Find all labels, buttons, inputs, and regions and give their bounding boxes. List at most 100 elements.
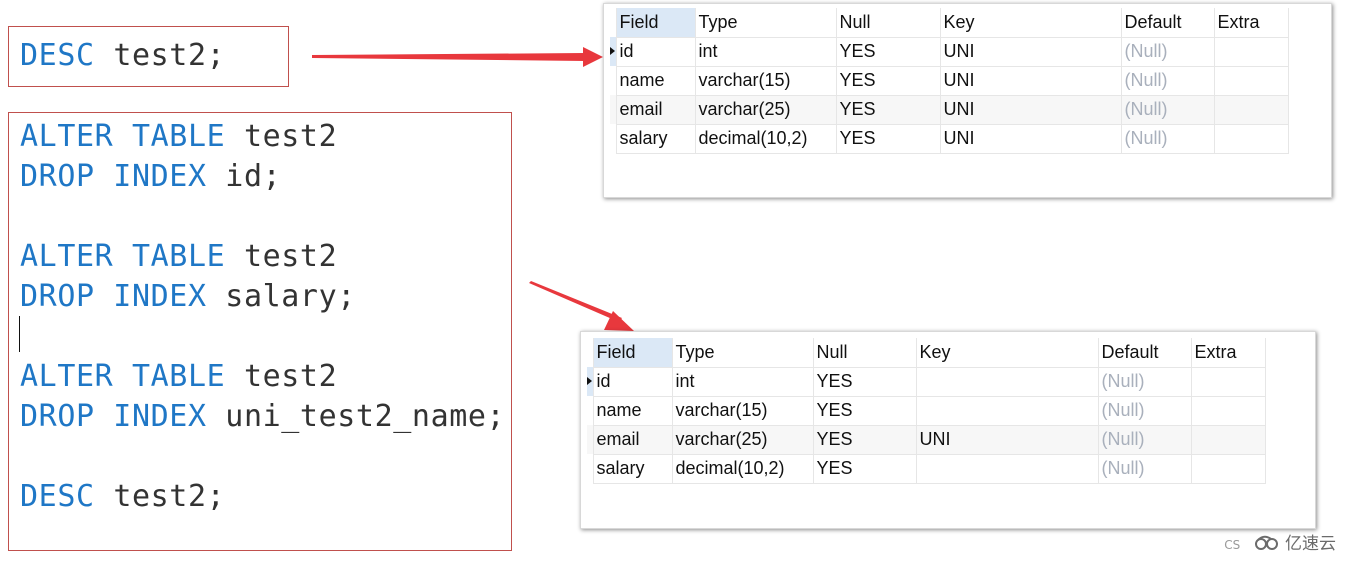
column-header[interactable]: Field: [592, 338, 673, 368]
table-row[interactable]: name varchar(15) YES (Null): [587, 395, 1266, 426]
table-row[interactable]: salary decimal(10,2) YES (Null): [587, 453, 1266, 484]
column-header[interactable]: Key: [915, 338, 1099, 368]
column-header[interactable]: Type: [694, 8, 837, 38]
cell-type[interactable]: varchar(15): [671, 395, 814, 426]
cell-type[interactable]: varchar(25): [694, 94, 837, 125]
arrow-to-before-table: [312, 47, 603, 67]
cell-null[interactable]: YES: [835, 94, 941, 125]
sql-keyword: ALTER TABLE: [20, 239, 226, 274]
cell-extra[interactable]: [1213, 36, 1289, 67]
cell-null[interactable]: YES: [835, 36, 941, 67]
cell-default[interactable]: (Null): [1097, 453, 1192, 484]
cell-default[interactable]: (Null): [1120, 65, 1215, 96]
table-row[interactable]: salary decimal(10,2) YES UNI (Null): [610, 123, 1289, 154]
cell-type[interactable]: varchar(25): [671, 424, 814, 455]
cell-default[interactable]: (Null): [1097, 366, 1192, 397]
cell-null[interactable]: YES: [835, 65, 941, 96]
sql-identifier: test2: [225, 119, 338, 154]
cell-key[interactable]: UNI: [939, 36, 1122, 67]
watermark: CS 亿速云: [1224, 529, 1336, 554]
header-row: Field Type Null Key Default Extra: [610, 8, 1289, 38]
sql-identifier: uni_test2_name;: [206, 399, 506, 434]
table-row[interactable]: email varchar(25) YES UNI (Null): [610, 94, 1289, 125]
result-grid-before: Field Type Null Key Default Extra id int…: [603, 3, 1332, 198]
cell-key[interactable]: UNI: [915, 424, 1099, 455]
table-row[interactable]: id int YES UNI (Null): [610, 36, 1289, 67]
sql-identifier: test2;: [94, 479, 226, 514]
cell-type[interactable]: int: [671, 366, 814, 397]
cell-extra[interactable]: [1213, 65, 1289, 96]
cell-extra[interactable]: [1190, 395, 1266, 426]
sql-keyword: DROP INDEX: [20, 159, 207, 194]
cell-key[interactable]: UNI: [939, 123, 1122, 154]
header-row: Field Type Null Key Default Extra: [587, 338, 1266, 368]
result-table: Field Type Null Key Default Extra id int…: [610, 8, 1289, 154]
cell-type[interactable]: decimal(10,2): [671, 453, 814, 484]
cell-field[interactable]: id: [592, 366, 673, 397]
column-header[interactable]: Type: [671, 338, 814, 368]
sql-keyword: DROP INDEX: [20, 279, 207, 314]
sql-keyword: ALTER TABLE: [20, 359, 226, 394]
row-indicator: [587, 454, 594, 483]
cell-field[interactable]: salary: [615, 123, 696, 154]
column-header[interactable]: Null: [812, 338, 917, 368]
cell-default[interactable]: (Null): [1120, 123, 1215, 154]
cell-field[interactable]: salary: [592, 453, 673, 484]
cell-field[interactable]: email: [615, 94, 696, 125]
cell-key[interactable]: [915, 366, 1099, 397]
code-line: ALTER TABLE test2: [20, 360, 337, 394]
cell-field[interactable]: name: [592, 395, 673, 426]
cell-null[interactable]: YES: [812, 424, 917, 455]
cell-null[interactable]: YES: [812, 366, 917, 397]
cell-default[interactable]: (Null): [1097, 424, 1192, 455]
cell-extra[interactable]: [1190, 366, 1266, 397]
cell-null[interactable]: YES: [835, 123, 941, 154]
cell-type[interactable]: int: [694, 36, 837, 67]
cell-default[interactable]: (Null): [1097, 395, 1192, 426]
column-header[interactable]: Key: [939, 8, 1122, 38]
table-row[interactable]: name varchar(15) YES UNI (Null): [610, 65, 1289, 96]
cell-field[interactable]: name: [615, 65, 696, 96]
column-header[interactable]: Null: [835, 8, 941, 38]
row-indicator: [610, 124, 617, 153]
cell-key[interactable]: UNI: [939, 65, 1122, 96]
column-header[interactable]: Default: [1120, 8, 1215, 38]
code-line: DESC test2;: [20, 39, 225, 73]
sql-identifier: test2: [225, 359, 338, 394]
code-box-alter[interactable]: ALTER TABLE test2 DROP INDEX id; ALTER T…: [8, 112, 512, 551]
cell-key[interactable]: UNI: [939, 94, 1122, 125]
sql-identifier: id;: [206, 159, 282, 194]
cell-type[interactable]: varchar(15): [694, 65, 837, 96]
cell-field[interactable]: email: [592, 424, 673, 455]
sql-identifier: test2: [225, 239, 338, 274]
row-indicator: [610, 66, 617, 95]
cell-key[interactable]: [915, 395, 1099, 426]
code-line: ALTER TABLE test2: [20, 120, 337, 154]
sql-keyword: DESC: [20, 479, 95, 514]
column-header[interactable]: Extra: [1190, 338, 1266, 368]
watermark-text: 亿速云: [1285, 534, 1336, 554]
cloud-logo-icon: [1254, 535, 1278, 550]
column-header[interactable]: Extra: [1213, 8, 1289, 38]
cell-default[interactable]: (Null): [1120, 94, 1215, 125]
table-row[interactable]: id int YES (Null): [587, 366, 1266, 397]
sql-keyword: ALTER TABLE: [20, 119, 226, 154]
table-row[interactable]: email varchar(25) YES UNI (Null): [587, 424, 1266, 455]
text-cursor: [19, 316, 20, 352]
column-header[interactable]: Default: [1097, 338, 1192, 368]
cell-null[interactable]: YES: [812, 453, 917, 484]
cell-extra[interactable]: [1213, 94, 1289, 125]
cell-null[interactable]: YES: [812, 395, 917, 426]
column-header[interactable]: Field: [615, 8, 696, 38]
cell-default[interactable]: (Null): [1120, 36, 1215, 67]
cell-extra[interactable]: [1190, 453, 1266, 484]
cell-extra[interactable]: [1190, 424, 1266, 455]
sql-keyword: DESC: [20, 38, 95, 73]
cell-key[interactable]: [915, 453, 1099, 484]
arrow-to-after-table: [529, 281, 634, 331]
code-line: DESC test2;: [20, 480, 225, 514]
cell-type[interactable]: decimal(10,2): [694, 123, 837, 154]
cell-field[interactable]: id: [615, 36, 696, 67]
cell-extra[interactable]: [1213, 123, 1289, 154]
sql-identifier: test2;: [94, 38, 226, 73]
